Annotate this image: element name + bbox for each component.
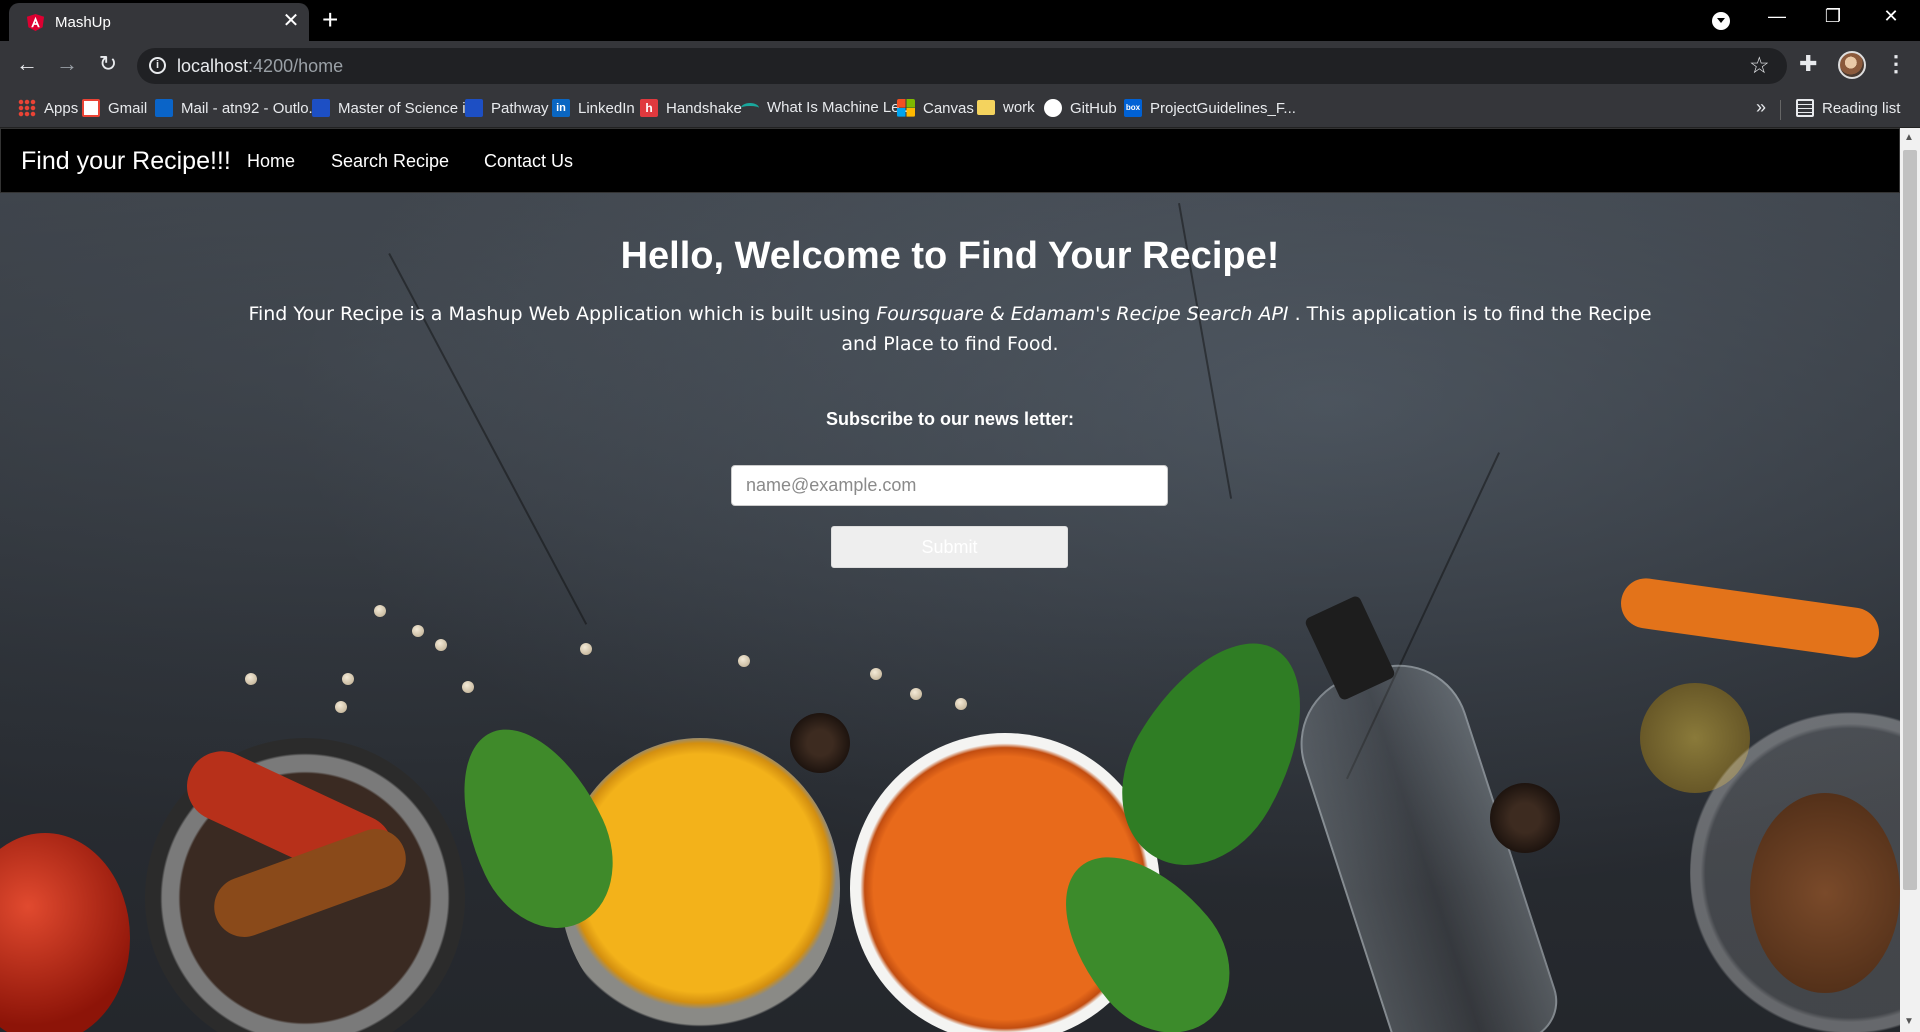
- back-icon[interactable]: ←: [12, 51, 42, 77]
- wifi-eye-icon: [741, 102, 759, 113]
- scroll-up-icon[interactable]: ▲: [1904, 132, 1914, 143]
- bookmark-machine-learning[interactable]: What Is Machine Le...: [741, 99, 912, 116]
- handshake-icon: h: [640, 99, 658, 117]
- browser-toolbar: ← → ↻ i localhost:4200/home ☆ ✚ ⋮: [0, 41, 1920, 91]
- bookmarks-divider: [1780, 100, 1781, 120]
- address-bar[interactable]: i localhost:4200/home ☆: [137, 48, 1787, 84]
- welcome-heading: Hello, Welcome to Find Your Recipe!: [620, 235, 1280, 277]
- page-viewport: Find your Recipe!!! Home Search Recipe C…: [0, 128, 1920, 1032]
- nav-home[interactable]: Home: [247, 151, 295, 172]
- url-text: localhost:4200/home: [177, 56, 344, 76]
- browser-tab-strip: MashUp ✕ + — ❐ ✕: [0, 0, 1920, 41]
- reading-list-button[interactable]: Reading list: [1796, 99, 1900, 117]
- gmail-icon: [82, 99, 100, 117]
- media-control-icon[interactable]: [1712, 12, 1730, 30]
- tab-title: MashUp: [55, 14, 111, 31]
- close-tab-icon[interactable]: ✕: [280, 11, 302, 31]
- bookmark-project-guidelines[interactable]: box ProjectGuidelines_F...: [1124, 99, 1296, 117]
- brand-link[interactable]: Find your Recipe!!!: [21, 147, 231, 176]
- site-info-icon[interactable]: i: [149, 57, 166, 74]
- new-tab-icon[interactable]: +: [322, 6, 338, 34]
- more-bookmarks-icon[interactable]: »: [1756, 97, 1766, 118]
- reload-icon[interactable]: ↻: [93, 51, 123, 77]
- restore-icon[interactable]: ❐: [1813, 6, 1853, 27]
- bookmark-github[interactable]: GitHub: [1044, 99, 1117, 117]
- reading-list-icon: [1796, 99, 1814, 117]
- scroll-down-icon[interactable]: ▼: [1904, 1016, 1914, 1027]
- linkedin-icon: in: [552, 99, 570, 117]
- bookmark-canvas[interactable]: Canvas: [897, 99, 974, 117]
- bookmark-pathway[interactable]: Pathway: [465, 99, 549, 117]
- scroll-thumb[interactable]: [1903, 150, 1917, 890]
- email-input[interactable]: [731, 465, 1168, 506]
- bookmarks-bar: Apps Gmail Mail - atn92 - Outlo... Maste…: [0, 91, 1920, 128]
- bookmark-star-icon[interactable]: ☆: [1749, 52, 1770, 79]
- box-icon: box: [1124, 99, 1142, 117]
- bookmark-master-of-science[interactable]: Master of Science i...: [312, 99, 478, 117]
- folder-icon: [977, 100, 995, 115]
- subscribe-label: Subscribe to our news letter:: [825, 409, 1075, 429]
- bookmark-gmail[interactable]: Gmail: [82, 99, 147, 117]
- page-scrollbar[interactable]: ▲ ▼: [1900, 128, 1920, 1032]
- site-navbar: Find your Recipe!!! Home Search Recipe C…: [0, 128, 1900, 193]
- profile-avatar[interactable]: [1838, 51, 1866, 79]
- angular-icon: [26, 13, 45, 32]
- extensions-icon[interactable]: ✚: [1799, 51, 1817, 77]
- intro-paragraph: Find Your Recipe is a Mashup Web Applica…: [248, 303, 1652, 355]
- bookmark-handshake[interactable]: h Handshake: [640, 99, 742, 117]
- bookmark-work[interactable]: work: [977, 99, 1035, 116]
- bookmark-apps[interactable]: Apps: [18, 99, 78, 117]
- windows-logo-icon: [897, 99, 915, 117]
- submit-button[interactable]: Submit: [831, 526, 1068, 568]
- nav-search-recipe[interactable]: Search Recipe: [331, 151, 449, 172]
- outlook-icon: [155, 99, 173, 117]
- close-window-icon[interactable]: ✕: [1871, 6, 1911, 27]
- nav-contact-us[interactable]: Contact Us: [484, 151, 573, 172]
- university-icon: [465, 99, 483, 117]
- browser-menu-icon[interactable]: ⋮: [1885, 51, 1907, 77]
- university-icon: [312, 99, 330, 117]
- github-icon: [1044, 99, 1062, 117]
- minimize-icon[interactable]: —: [1757, 6, 1797, 27]
- hero-section: Hello, Welcome to Find Your Recipe! Find…: [0, 193, 1900, 1032]
- browser-tab[interactable]: MashUp ✕: [9, 3, 309, 41]
- forward-icon[interactable]: →: [52, 51, 82, 77]
- bookmark-linkedin[interactable]: in LinkedIn: [552, 99, 635, 117]
- apps-grid-icon: [18, 99, 36, 117]
- bookmark-outlook[interactable]: Mail - atn92 - Outlo...: [155, 99, 321, 117]
